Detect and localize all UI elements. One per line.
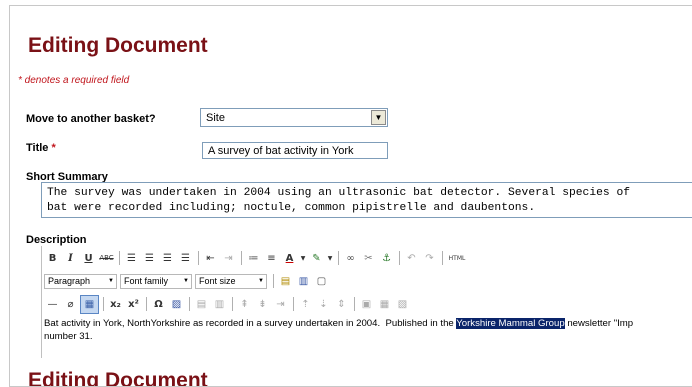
paste-word-icon[interactable]: ▥ [295, 273, 312, 290]
indent-icon[interactable]: ⇥ [220, 250, 237, 267]
toolbar-row-2: Paragraph ▼ Font family ▼ Font size ▼ ▤ ▥ ▢ [44, 271, 331, 291]
italic-icon[interactable]: I [62, 250, 79, 267]
table-icon[interactable]: ▦ [80, 294, 99, 314]
toolbar-separator [103, 297, 104, 311]
outdent-icon[interactable]: ⇤ [202, 250, 219, 267]
title-label: Title * [26, 142, 56, 154]
strikethrough-icon[interactable]: ABC [98, 250, 115, 267]
table-props-icon[interactable]: ▧ [394, 296, 411, 313]
redo-icon[interactable]: ↷ [421, 250, 438, 267]
align-justify-icon[interactable]: ☰ [177, 250, 194, 267]
toolbar-separator [198, 251, 199, 265]
toolbar-row-3: — ⌀ ▦ x₂ x² Ω ▨ ▤ ▥ ⇞ ⇟ ⇥ ⇡ ⇣ ⇕ ▣ ▦ ▧ [44, 294, 412, 314]
toolbar-separator [241, 251, 242, 265]
insert-row-before-icon[interactable]: ⇞ [236, 296, 253, 313]
bold-icon[interactable]: B [44, 250, 61, 267]
bullet-list-icon[interactable]: ≔ [245, 250, 262, 267]
toolbar-separator [354, 297, 355, 311]
toolbar-separator [399, 251, 400, 265]
eraser-icon[interactable]: ⌀ [62, 296, 79, 313]
toolbar-separator [146, 297, 147, 311]
summary-textarea[interactable]: The survey was undertaken in 2004 using … [41, 182, 692, 218]
summary-line: The survey was undertaken in 2004 using … [47, 187, 631, 199]
text-color-icon[interactable]: A [281, 250, 298, 267]
table-row-props-icon[interactable]: ▤ [193, 296, 210, 313]
toolbar-separator [442, 251, 443, 265]
numbered-list-icon[interactable]: ≡ [263, 250, 280, 267]
toolbar-separator [189, 297, 190, 311]
selected-text: Yorkshire Mammal Group [456, 318, 565, 329]
insert-col-before-icon[interactable]: ⇡ [297, 296, 314, 313]
html-source-button[interactable]: HTML [446, 250, 468, 267]
edit-form-panel: Editing Document * denotes a required fi… [9, 5, 692, 387]
basket-select[interactable]: Site ▼ [200, 108, 388, 127]
align-left-icon[interactable]: ☰ [123, 250, 140, 267]
paste-text-icon[interactable]: ▢ [313, 273, 330, 290]
chevron-down-icon: ▼ [183, 278, 189, 284]
page-title: Editing Document [28, 34, 208, 57]
font-family-dropdown[interactable]: Font family ▼ [120, 273, 192, 289]
title-label-text: Title [26, 142, 49, 154]
merge-cells-icon[interactable]: ▦ [376, 296, 393, 313]
insert-row-after-icon[interactable]: ⇟ [254, 296, 271, 313]
required-field-note: * denotes a required field [18, 75, 130, 86]
required-mark: * [51, 142, 56, 154]
font-family-dropdown-value: Font family [124, 276, 169, 286]
summary-line: bat were recorded including; noctule, co… [47, 202, 536, 214]
format-dropdown-value: Paragraph [48, 276, 91, 286]
page-title-repeat: Editing Document [28, 369, 208, 387]
toolbar-separator [293, 297, 294, 311]
font-size-dropdown[interactable]: Font size ▼ [195, 273, 267, 289]
horizontal-rule-icon[interactable]: — [44, 296, 61, 313]
rich-text-editor: B I U ABC ☰ ☰ ☰ ☰ ⇤ ⇥ ≔ ≡ A ▼ ✎ ▼ ∞ ✂ ⚓ … [41, 246, 692, 358]
toolbar-separator [273, 274, 274, 288]
image-icon[interactable]: ▨ [168, 296, 185, 313]
chevron-down-icon: ▼ [258, 278, 264, 284]
toolbar-separator [338, 251, 339, 265]
superscript-icon[interactable]: x² [125, 296, 142, 313]
chevron-down-icon[interactable]: ▼ [326, 250, 334, 267]
chevron-down-icon[interactable]: ▼ [299, 250, 307, 267]
insert-col-after-icon[interactable]: ⇣ [315, 296, 332, 313]
link-icon[interactable]: ∞ [342, 250, 359, 267]
anchor-icon[interactable]: ⚓ [378, 250, 395, 267]
undo-icon[interactable]: ↶ [403, 250, 420, 267]
description-label: Description [26, 234, 87, 246]
chevron-down-icon[interactable]: ▼ [371, 110, 386, 125]
subscript-icon[interactable]: x₂ [107, 296, 124, 313]
description-content[interactable]: Bat activity in York, NorthYorkshire as … [44, 317, 692, 343]
toolbar-separator [119, 251, 120, 265]
delete-row-icon[interactable]: ⇥ [272, 296, 289, 313]
align-right-icon[interactable]: ☰ [159, 250, 176, 267]
title-input[interactable]: A survey of bat activity in York [202, 142, 388, 159]
description-text-line2: number 31. [44, 331, 93, 342]
delete-col-icon[interactable]: ⇕ [333, 296, 350, 313]
split-cells-icon[interactable]: ▣ [358, 296, 375, 313]
chevron-down-icon: ▼ [108, 278, 114, 284]
unlink-icon[interactable]: ✂ [360, 250, 377, 267]
toolbar-row-1: B I U ABC ☰ ☰ ☰ ☰ ⇤ ⇥ ≔ ≡ A ▼ ✎ ▼ ∞ ✂ ⚓ … [44, 248, 469, 268]
table-cell-props-icon[interactable]: ▥ [211, 296, 228, 313]
toolbar-separator [232, 297, 233, 311]
paste-icon[interactable]: ▤ [277, 273, 294, 290]
align-center-icon[interactable]: ☰ [141, 250, 158, 267]
font-size-dropdown-value: Font size [199, 276, 236, 286]
format-dropdown[interactable]: Paragraph ▼ [44, 273, 117, 289]
underline-icon[interactable]: U [80, 250, 97, 267]
basket-select-value: Site [206, 112, 225, 124]
description-text-end: newsletter "Imp [564, 318, 634, 329]
special-char-icon[interactable]: Ω [150, 296, 167, 313]
description-text: Bat activity in York, NorthYorkshire as … [44, 318, 457, 329]
highlight-color-icon[interactable]: ✎ [308, 250, 325, 267]
basket-label: Move to another basket? [26, 113, 156, 125]
